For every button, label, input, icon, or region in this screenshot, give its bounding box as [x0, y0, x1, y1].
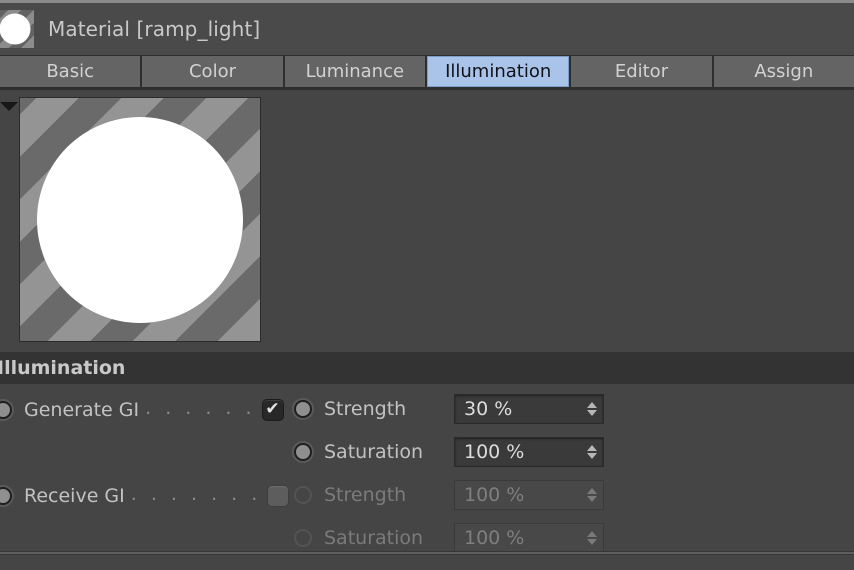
tab-bar: Basic Color Luminance Illumination Edito…	[0, 55, 854, 90]
tab-assign[interactable]: Assign	[713, 56, 854, 87]
channel-toggle-icon-receive-gi[interactable]	[0, 485, 14, 507]
row-receive-saturation: Saturation 100 %	[292, 523, 604, 553]
row-generate-strength: Strength 30 %	[292, 394, 604, 424]
spinner-updown-icon[interactable]	[587, 402, 597, 416]
label-receive-gi: Receive GI	[24, 485, 125, 507]
tab-editor[interactable]: Editor	[571, 56, 712, 87]
spinner-down-icon	[587, 496, 597, 502]
tab-basic[interactable]: Basic	[0, 56, 141, 87]
titlebar: Material [ramp_light]	[0, 3, 854, 55]
page-title: Material [ramp_light]	[48, 17, 261, 41]
spinner-down-icon[interactable]	[587, 453, 597, 459]
material-sphere-thumbnail-icon[interactable]	[0, 10, 34, 48]
row-receive-strength: Strength 100 %	[292, 480, 604, 510]
tab-luminance[interactable]: Luminance	[284, 56, 425, 87]
spinner-up-icon	[587, 531, 597, 537]
spinner-up-icon[interactable]	[587, 445, 597, 451]
tab-color[interactable]: Color	[142, 56, 283, 87]
input-receive-saturation: 100 %	[454, 523, 604, 553]
checkmark-icon: ✔	[265, 398, 280, 419]
spinner-up-icon[interactable]	[587, 402, 597, 408]
material-editor-panel: Material [ramp_light] Basic Color Lumina…	[0, 0, 854, 570]
row-receive-gi: Receive GI . . . . . . .	[0, 482, 290, 510]
label-generate-gi: Generate GI	[24, 399, 140, 421]
input-receive-strength: 100 %	[454, 480, 604, 510]
spinner-updown-icon	[587, 488, 597, 502]
input-generate-strength[interactable]: 30 %	[454, 394, 604, 424]
section-title: Illumination	[0, 357, 126, 379]
dot-leaders-generate-gi: . . . . . .	[145, 397, 256, 419]
triangle-down-icon[interactable]	[0, 102, 18, 111]
material-preview-area	[0, 90, 854, 352]
row-generate-saturation: Saturation 100 %	[292, 437, 604, 467]
dot-leaders-receive-gi: . . . . . . .	[130, 483, 262, 505]
tab-illumination[interactable]: Illumination	[426, 56, 570, 87]
spinner-updown-icon	[587, 531, 597, 545]
channel-toggle-icon-receive-strength	[292, 484, 314, 506]
panel-bottom-divider	[0, 551, 854, 555]
thumbnail-sphere-icon	[0, 13, 31, 45]
preview-sphere-icon	[37, 116, 243, 323]
properties-body: Generate GI . . . . . . ✔ Receive GI . .…	[0, 384, 854, 553]
value-generate-strength: 30 %	[464, 398, 513, 420]
value-receive-saturation: 100 %	[464, 527, 525, 549]
row-generate-gi: Generate GI . . . . . . ✔	[0, 396, 284, 424]
spinner-up-icon	[587, 488, 597, 494]
section-header-illumination: Illumination	[0, 352, 854, 384]
value-receive-strength: 100 %	[464, 484, 525, 506]
checkbox-generate-gi[interactable]: ✔	[261, 398, 284, 421]
spinner-down-icon[interactable]	[587, 410, 597, 416]
channel-toggle-icon-generate-gi[interactable]	[0, 399, 14, 421]
panel-bottom-area	[0, 556, 854, 570]
material-preview-swatch[interactable]	[19, 97, 261, 342]
channel-toggle-icon-generate-saturation[interactable]	[292, 441, 314, 463]
checkbox-receive-gi[interactable]	[267, 485, 290, 507]
channel-toggle-icon-receive-saturation	[292, 527, 314, 549]
input-generate-saturation[interactable]: 100 %	[454, 437, 604, 467]
spinner-updown-icon[interactable]	[587, 445, 597, 459]
label-generate-strength: Strength	[324, 398, 407, 420]
spinner-down-icon	[587, 539, 597, 545]
label-generate-saturation: Saturation	[324, 441, 424, 463]
label-receive-strength: Strength	[324, 484, 407, 506]
channel-toggle-icon-generate-strength[interactable]	[292, 398, 314, 420]
label-receive-saturation: Saturation	[324, 527, 424, 549]
value-generate-saturation: 100 %	[464, 441, 525, 463]
